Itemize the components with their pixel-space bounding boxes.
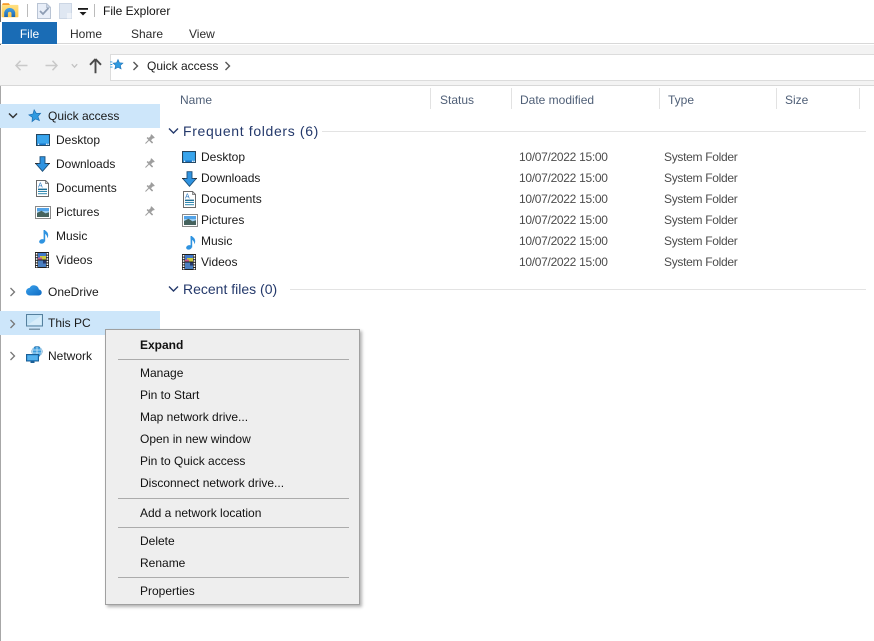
svg-text:A: A xyxy=(185,194,190,201)
svg-text:A: A xyxy=(38,183,43,190)
